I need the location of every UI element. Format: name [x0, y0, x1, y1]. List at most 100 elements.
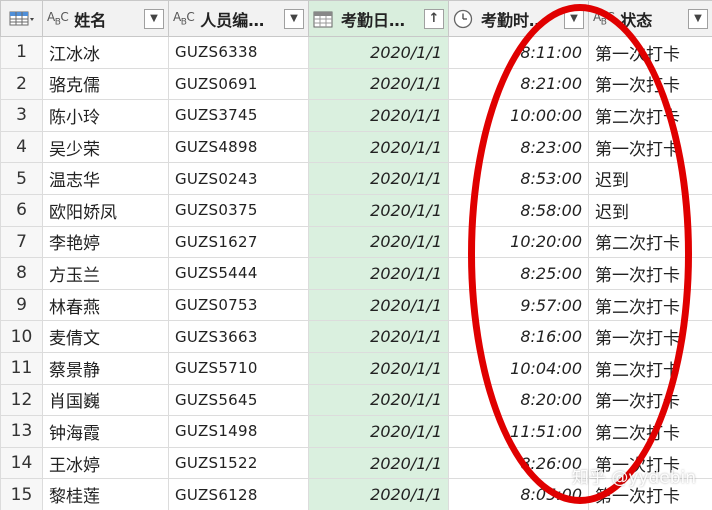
attendance-date-cell[interactable]: 2020/1/1 — [308, 130, 449, 164]
status-cell[interactable]: 迟到 — [588, 193, 712, 227]
name-cell[interactable]: 骆克儒 — [42, 67, 169, 101]
name-cell[interactable]: 温志华 — [42, 162, 169, 195]
row-number[interactable]: 4 — [0, 130, 43, 164]
attendance-time-cell[interactable]: 10:04:00 — [448, 351, 589, 385]
employee-id-cell[interactable]: GUZS3745 — [168, 99, 309, 132]
attendance-time-cell[interactable]: 8:53:00 — [448, 162, 589, 195]
name-cell[interactable]: 江冰冰 — [42, 36, 169, 69]
row-number[interactable]: 2 — [0, 67, 43, 101]
attendance-time-cell[interactable]: 8:58:00 — [448, 193, 589, 227]
row-number[interactable]: 6 — [0, 193, 43, 227]
name-cell[interactable]: 方玉兰 — [42, 257, 169, 290]
employee-id-cell[interactable]: GUZS3663 — [168, 320, 309, 353]
status-cell[interactable]: 第一次打卡 — [588, 478, 712, 510]
attendance-time-cell[interactable]: 8:16:00 — [448, 320, 589, 353]
attendance-date-cell[interactable]: 2020/1/1 — [308, 257, 449, 290]
status-cell[interactable]: 第二次打卡 — [588, 288, 712, 322]
attendance-date-cell[interactable]: 2020/1/1 — [308, 383, 449, 417]
row-number[interactable]: 8 — [0, 257, 43, 290]
attendance-time-cell[interactable]: 8:20:00 — [448, 383, 589, 417]
attendance-time-cell[interactable]: 11:51:00 — [448, 415, 589, 448]
row-number[interactable]: 5 — [0, 162, 43, 195]
row-number[interactable]: 15 — [0, 478, 43, 510]
attendance-date-cell[interactable]: 2020/1/1 — [308, 162, 449, 195]
attendance-date-cell[interactable]: 2020/1/1 — [308, 478, 449, 510]
employee-id-cell[interactable]: GUZS6338 — [168, 36, 309, 69]
table-corner[interactable] — [0, 0, 43, 37]
table-row[interactable]: 4 吴少荣 GUZS4898 2020/1/1 8:23:00 第一次打卡 — [0, 130, 712, 164]
employee-id-cell[interactable]: GUZS0243 — [168, 162, 309, 195]
table-row[interactable]: 3 陈小玲 GUZS3745 2020/1/1 10:00:00 第二次打卡 — [0, 99, 712, 132]
table-row[interactable]: 11 蔡景静 GUZS5710 2020/1/1 10:04:00 第二次打卡 — [0, 351, 712, 385]
sort-ascending-icon[interactable]: ↑ — [424, 8, 444, 29]
row-number[interactable]: 3 — [0, 99, 43, 132]
attendance-date-cell[interactable]: 2020/1/1 — [308, 288, 449, 322]
name-cell[interactable]: 陈小玲 — [42, 99, 169, 132]
status-cell[interactable]: 第一次打卡 — [588, 383, 712, 417]
status-cell[interactable]: 第一次打卡 — [588, 257, 712, 290]
status-cell[interactable]: 第一次打卡 — [588, 446, 712, 480]
attendance-time-cell[interactable]: 10:00:00 — [448, 99, 589, 132]
status-cell[interactable]: 第二次打卡 — [588, 99, 712, 132]
attendance-date-cell[interactable]: 2020/1/1 — [308, 67, 449, 101]
name-cell[interactable]: 林春燕 — [42, 288, 169, 322]
attendance-time-cell[interactable]: 8:23:00 — [448, 130, 589, 164]
table-row[interactable]: 14 王冰婷 GUZS1522 2020/1/1 8:26:00 第一次打卡 — [0, 446, 712, 480]
row-number[interactable]: 7 — [0, 225, 43, 259]
name-cell[interactable]: 王冰婷 — [42, 446, 169, 480]
column-header-attendance-date[interactable]: 考勤日… ↑ — [308, 0, 449, 37]
column-header-attendance-time[interactable]: 考勤时… ▼ — [448, 0, 589, 37]
name-cell[interactable]: 麦倩文 — [42, 320, 169, 353]
name-cell[interactable]: 吴少荣 — [42, 130, 169, 164]
table-row[interactable]: 13 钟海霞 GUZS1498 2020/1/1 11:51:00 第二次打卡 — [0, 415, 712, 448]
attendance-date-cell[interactable]: 2020/1/1 — [308, 446, 449, 480]
employee-id-cell[interactable]: GUZS1522 — [168, 446, 309, 480]
name-cell[interactable]: 肖国巍 — [42, 383, 169, 417]
employee-id-cell[interactable]: GUZS6128 — [168, 478, 309, 510]
table-row[interactable]: 8 方玉兰 GUZS5444 2020/1/1 8:25:00 第一次打卡 — [0, 257, 712, 290]
employee-id-cell[interactable]: GUZS0691 — [168, 67, 309, 101]
column-header-employee-id[interactable]: ABC 人员编… ▼ — [168, 0, 309, 37]
attendance-date-cell[interactable]: 2020/1/1 — [308, 320, 449, 353]
employee-id-cell[interactable]: GUZS1498 — [168, 415, 309, 448]
table-row[interactable]: 2 骆克儒 GUZS0691 2020/1/1 8:21:00 第一次打卡 — [0, 67, 712, 101]
employee-id-cell[interactable]: GUZS0375 — [168, 193, 309, 227]
name-cell[interactable]: 李艳婷 — [42, 225, 169, 259]
table-icon[interactable] — [9, 10, 35, 28]
attendance-date-cell[interactable]: 2020/1/1 — [308, 351, 449, 385]
attendance-date-cell[interactable]: 2020/1/1 — [308, 225, 449, 259]
filter-dropdown-icon[interactable]: ▼ — [144, 8, 164, 29]
column-header-status[interactable]: ABC 状态 ▼ — [588, 0, 712, 37]
row-number[interactable]: 14 — [0, 446, 43, 480]
column-header-name[interactable]: ABC 姓名 ▼ — [42, 0, 169, 37]
attendance-date-cell[interactable]: 2020/1/1 — [308, 36, 449, 69]
status-cell[interactable]: 第二次打卡 — [588, 415, 712, 448]
table-row[interactable]: 15 黎桂莲 GUZS6128 2020/1/1 8:05:00 第一次打卡 — [0, 478, 712, 510]
row-number[interactable]: 11 — [0, 351, 43, 385]
filter-dropdown-icon[interactable]: ▼ — [688, 8, 708, 29]
table-row[interactable]: 12 肖国巍 GUZS5645 2020/1/1 8:20:00 第一次打卡 — [0, 383, 712, 417]
status-cell[interactable]: 迟到 — [588, 162, 712, 195]
status-cell[interactable]: 第一次打卡 — [588, 130, 712, 164]
row-number[interactable]: 10 — [0, 320, 43, 353]
status-cell[interactable]: 第二次打卡 — [588, 351, 712, 385]
filter-dropdown-icon[interactable]: ▼ — [564, 8, 584, 29]
attendance-date-cell[interactable]: 2020/1/1 — [308, 99, 449, 132]
row-number[interactable]: 12 — [0, 383, 43, 417]
table-row[interactable]: 1 江冰冰 GUZS6338 2020/1/1 8:11:00 第一次打卡 — [0, 36, 712, 69]
status-cell[interactable]: 第一次打卡 — [588, 36, 712, 69]
attendance-time-cell[interactable]: 8:21:00 — [448, 67, 589, 101]
filter-dropdown-icon[interactable]: ▼ — [284, 8, 304, 29]
attendance-time-cell[interactable]: 8:26:00 — [448, 446, 589, 480]
status-cell[interactable]: 第二次打卡 — [588, 225, 712, 259]
status-cell[interactable]: 第一次打卡 — [588, 67, 712, 101]
employee-id-cell[interactable]: GUZS1627 — [168, 225, 309, 259]
name-cell[interactable]: 欧阳娇凤 — [42, 193, 169, 227]
status-cell[interactable]: 第一次打卡 — [588, 320, 712, 353]
attendance-date-cell[interactable]: 2020/1/1 — [308, 193, 449, 227]
table-row[interactable]: 6 欧阳娇凤 GUZS0375 2020/1/1 8:58:00 迟到 — [0, 193, 712, 227]
row-number[interactable]: 13 — [0, 415, 43, 448]
table-row[interactable]: 10 麦倩文 GUZS3663 2020/1/1 8:16:00 第一次打卡 — [0, 320, 712, 353]
row-number[interactable]: 9 — [0, 288, 43, 322]
table-row[interactable]: 9 林春燕 GUZS0753 2020/1/1 9:57:00 第二次打卡 — [0, 288, 712, 322]
